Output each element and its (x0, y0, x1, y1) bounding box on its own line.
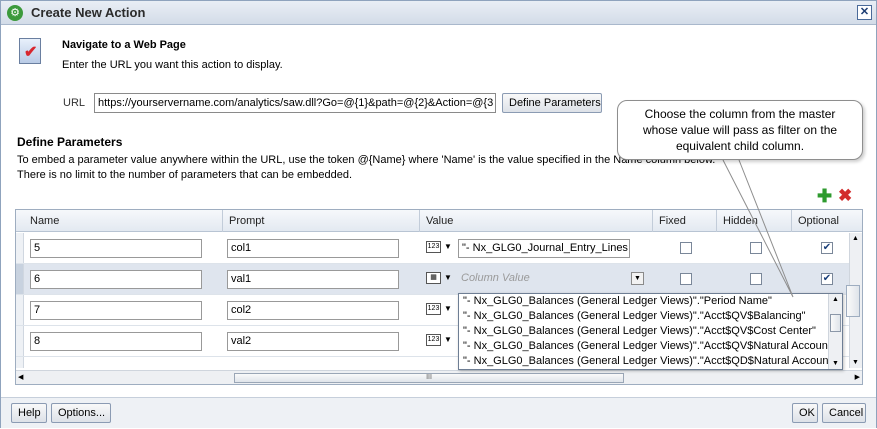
dialog-titlebar: ⚙ Create New Action ✕ (1, 1, 876, 25)
cancel-button[interactable]: Cancel (822, 403, 866, 423)
fixed-checkbox[interactable] (680, 242, 692, 254)
dialog-title: Create New Action (31, 5, 146, 20)
dropdown-scroll-thumb[interactable] (830, 314, 841, 332)
create-new-action-dialog: ⚙ Create New Action ✕ ✔ Navigate to a We… (0, 0, 877, 428)
column-header-optional[interactable]: Optional (792, 210, 862, 232)
column-header-fixed[interactable]: Fixed (653, 210, 717, 232)
ok-button[interactable]: OK (792, 403, 818, 423)
dropdown-option[interactable]: "- Nx_GLG0_Balances (General Ledger View… (463, 309, 806, 324)
table-row[interactable]: 6 val1 ▦ ▼ Column Value ▼ ✔ (16, 264, 849, 295)
column-value-dropdown-list: "- Nx_GLG0_Balances (General Ledger View… (458, 293, 843, 370)
grid-header: Name Prompt Value Fixed Hidden Optional (16, 210, 862, 232)
chevron-down-icon[interactable]: ▼ (444, 273, 452, 282)
optional-checkbox[interactable]: ✔ (821, 242, 833, 254)
options-button[interactable]: Options... (51, 403, 111, 423)
optional-checkbox[interactable]: ✔ (821, 273, 833, 285)
param-name-input[interactable]: 8 (30, 332, 202, 351)
grid-horizontal-scrollbar[interactable]: ◀ III ▶ (16, 370, 862, 384)
nav-subtext: Enter the URL you want this action to di… (62, 59, 283, 71)
dialog-scroll-thumb[interactable] (846, 285, 860, 317)
hidden-checkbox[interactable] (750, 273, 762, 285)
column-header-value[interactable]: Value (420, 210, 653, 232)
define-parameters-button[interactable]: Define Parameters (502, 93, 602, 113)
scroll-right-icon[interactable]: ▶ (855, 373, 860, 381)
define-parameters-heading: Define Parameters (17, 135, 123, 149)
param-prompt-input[interactable]: val2 (227, 332, 399, 351)
column-header-hidden[interactable]: Hidden (717, 210, 792, 232)
define-parameters-note: There is no limit to the number of param… (17, 169, 353, 181)
value-type-numeric-icon[interactable]: 123 (426, 241, 441, 253)
chevron-down-icon[interactable]: ▼ (444, 304, 452, 313)
add-parameter-icon[interactable]: ✚ (817, 187, 832, 205)
value-type-numeric-icon[interactable]: 123 (426, 334, 441, 346)
param-name-input[interactable]: 6 (30, 270, 202, 289)
param-prompt-input[interactable]: val1 (227, 270, 399, 289)
hidden-checkbox[interactable] (750, 242, 762, 254)
table-row[interactable]: 5 col1 123 ▼ "- Nx_GLG0_Journal_Entry_Li… (16, 233, 849, 264)
navigate-web-page-icon: ✔ (19, 38, 41, 64)
row-handle[interactable] (16, 233, 24, 263)
dropdown-option[interactable]: "- Nx_GLG0_Balances (General Ledger View… (463, 339, 835, 354)
row-handle[interactable] (16, 295, 24, 325)
define-parameters-description: To embed a parameter value anywhere with… (17, 154, 716, 166)
scroll-thumb[interactable]: III (234, 373, 624, 383)
row-handle[interactable] (16, 264, 24, 294)
row-handle[interactable] (16, 326, 24, 356)
scroll-up-icon[interactable]: ▲ (832, 296, 839, 303)
column-value-dropdown[interactable]: Column Value (458, 270, 630, 289)
tooltip-callout: Choose the column from the master whose … (617, 100, 863, 160)
scroll-down-icon[interactable]: ▼ (852, 359, 859, 366)
chevron-down-icon[interactable]: ▼ (631, 272, 644, 285)
column-header-prompt[interactable]: Prompt (223, 210, 420, 232)
dropdown-option[interactable]: "- Nx_GLG0_Balances (General Ledger View… (463, 294, 772, 309)
close-icon[interactable]: ✕ (857, 5, 872, 20)
dialog-footer (1, 397, 876, 428)
param-name-input[interactable]: 5 (30, 239, 202, 258)
dropdown-option[interactable]: "- Nx_GLG0_Balances (General Ledger View… (463, 354, 835, 369)
scroll-left-icon[interactable]: ◀ (18, 373, 23, 381)
scroll-up-icon[interactable]: ▲ (852, 235, 859, 242)
value-type-numeric-icon[interactable]: 123 (426, 303, 441, 315)
delete-parameter-icon[interactable]: ✖ (838, 187, 852, 204)
column-header-name[interactable]: Name (24, 210, 223, 232)
fixed-checkbox[interactable] (680, 273, 692, 285)
value-type-column-icon[interactable]: ▦ (426, 272, 441, 284)
dropdown-option[interactable]: "- Nx_GLG0_Balances (General Ledger View… (463, 324, 816, 339)
dropdown-scrollbar[interactable]: ▲ ▼ (828, 294, 842, 369)
param-prompt-input[interactable]: col2 (227, 301, 399, 320)
chevron-down-icon[interactable]: ▼ (444, 335, 452, 344)
url-input[interactable]: https://yourservername.com/analytics/saw… (94, 93, 496, 113)
chevron-down-icon[interactable]: ▼ (444, 242, 452, 251)
param-name-input[interactable]: 7 (30, 301, 202, 320)
gear-icon: ⚙ (7, 5, 23, 21)
param-value-input[interactable]: "- Nx_GLG0_Journal_Entry_Lines (G (458, 239, 630, 258)
row-handle[interactable] (16, 357, 24, 368)
nav-heading: Navigate to a Web Page (62, 39, 186, 51)
help-button[interactable]: Help (11, 403, 47, 423)
param-prompt-input[interactable]: col1 (227, 239, 399, 258)
url-label: URL (63, 97, 86, 109)
scroll-down-icon[interactable]: ▼ (832, 360, 839, 367)
